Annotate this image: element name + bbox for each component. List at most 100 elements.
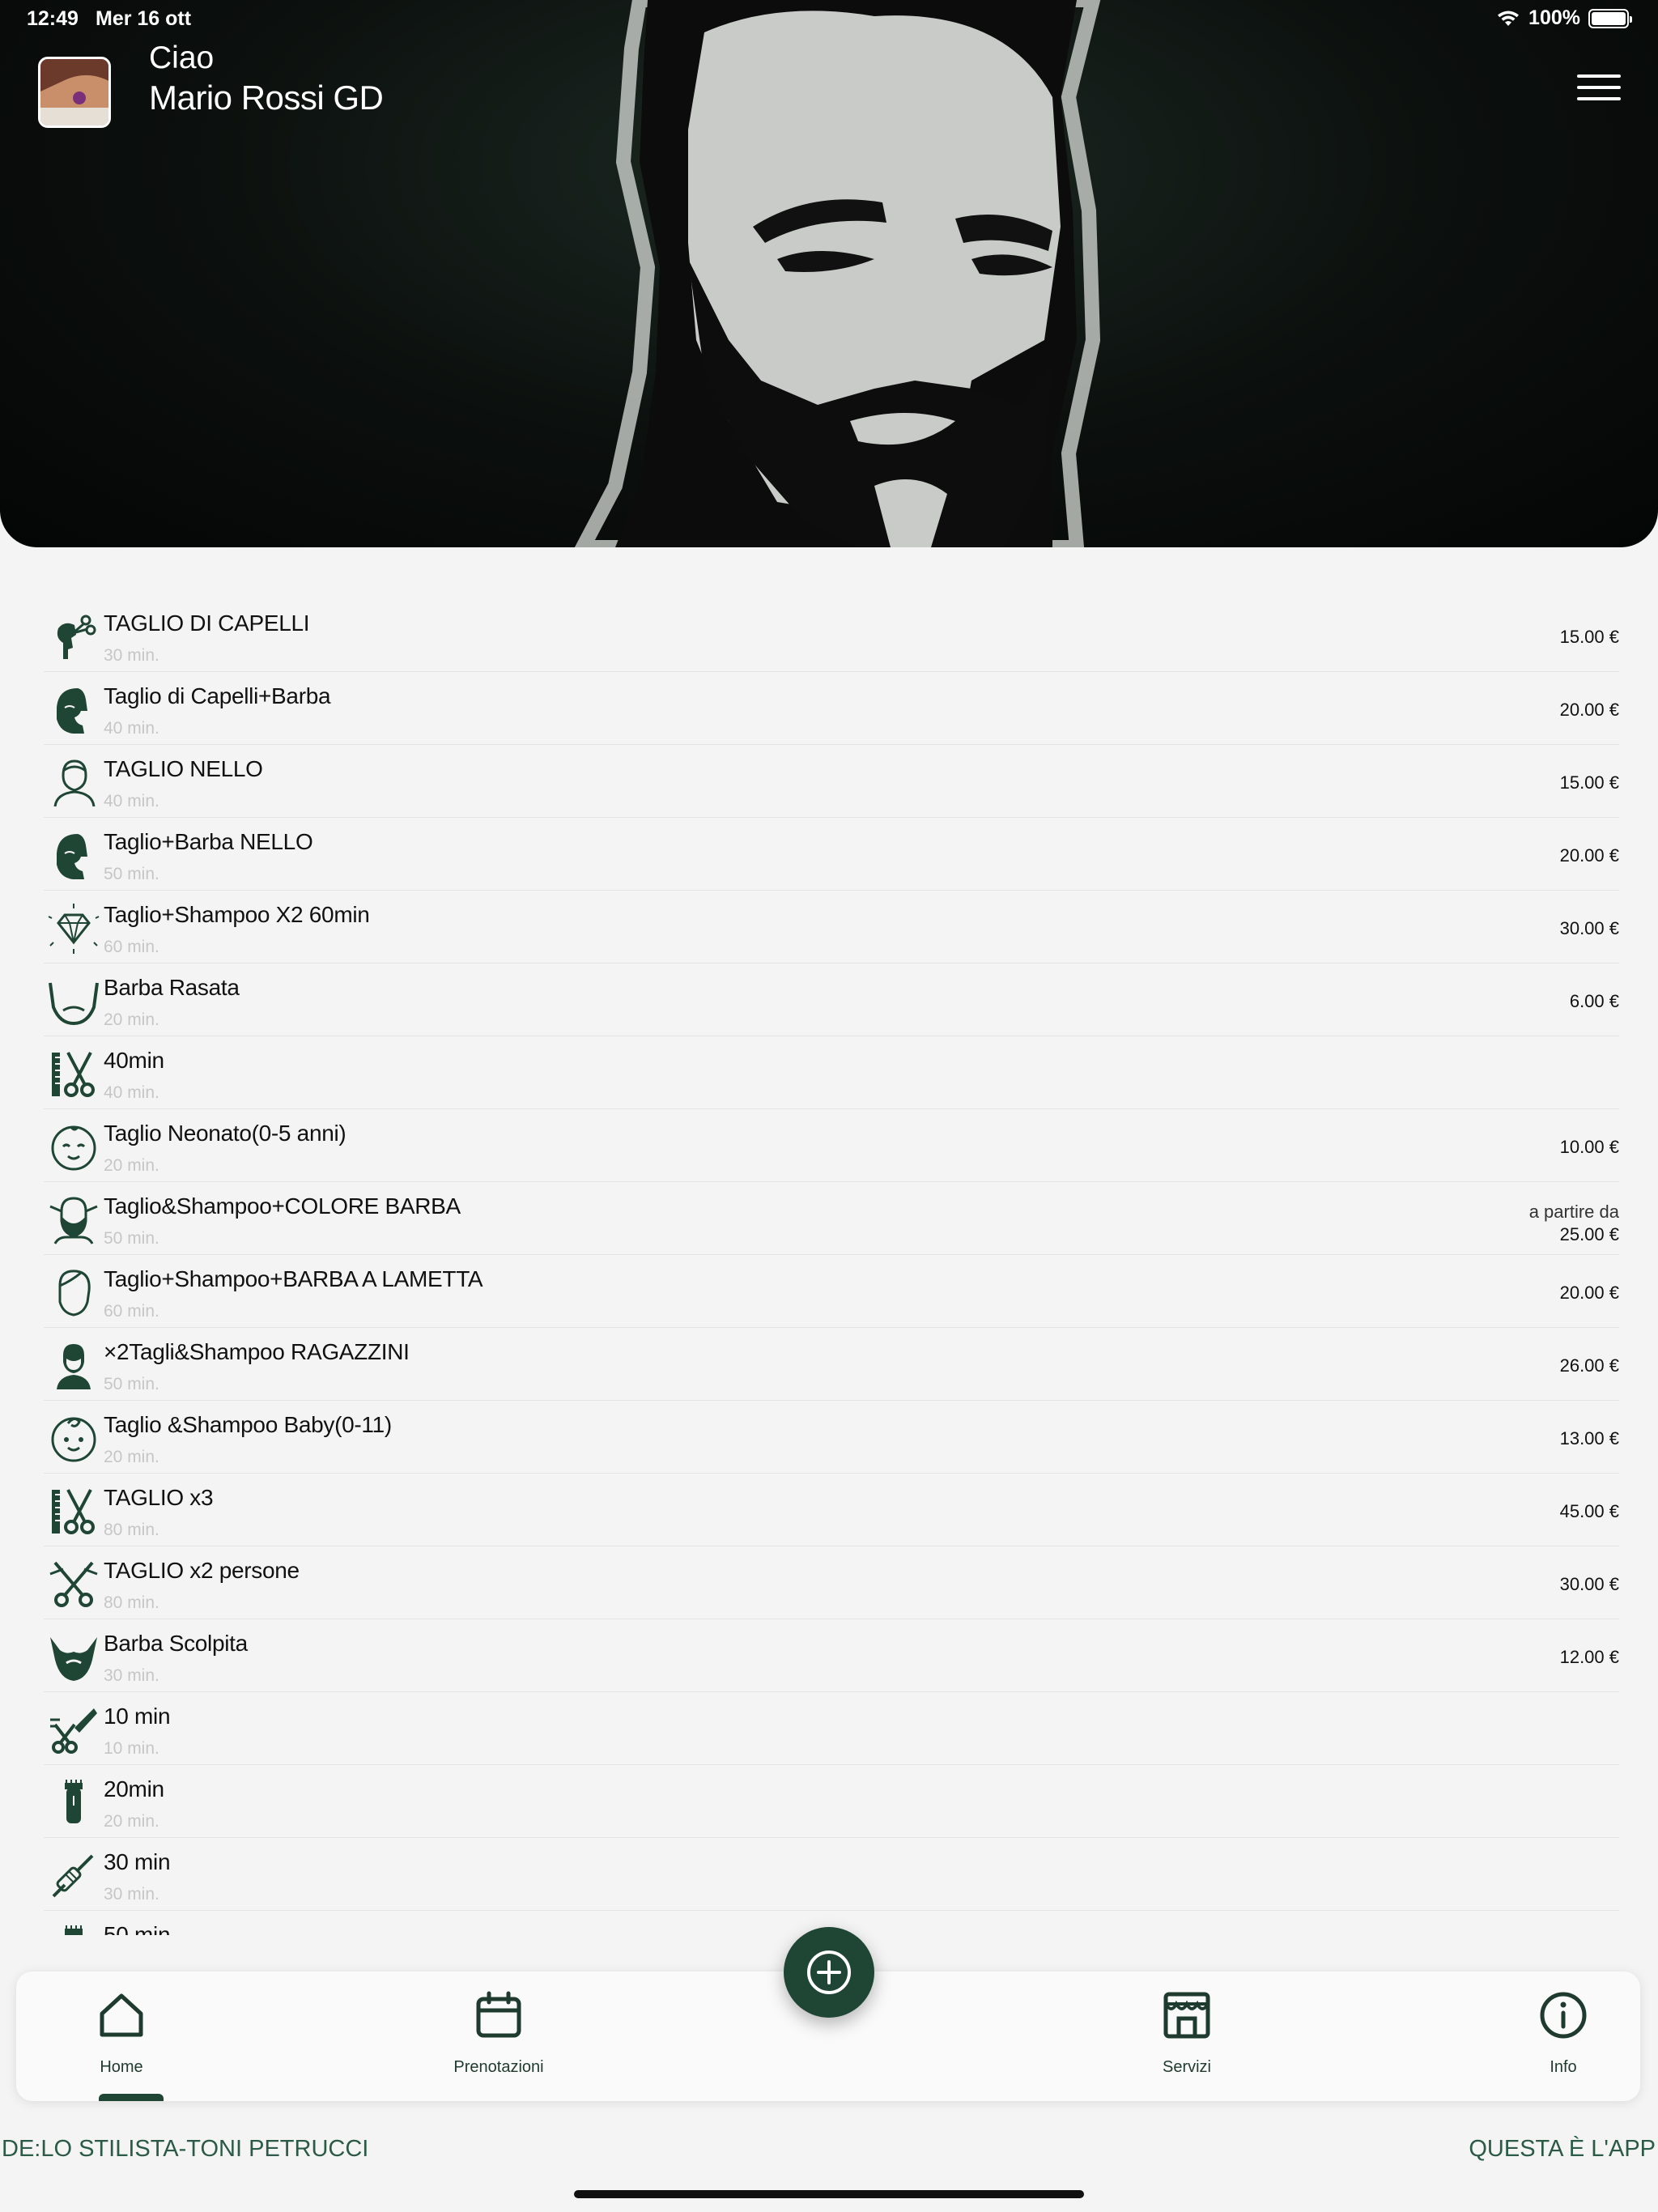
- service-duration: 40 min.: [104, 792, 159, 810]
- service-name: TAGLIO DI CAPELLI: [104, 610, 310, 636]
- service-duration: 10 min.: [104, 1739, 159, 1758]
- baby-curl-icon: [47, 1412, 100, 1465]
- service-row[interactable]: TAGLIO x3 80 min. 45.00 €: [44, 1474, 1619, 1546]
- service-row[interactable]: Taglio di Capelli+Barba 40 min. 20.00 €: [44, 672, 1619, 745]
- user-avatar[interactable]: [38, 57, 111, 128]
- tab-bookings-label: Prenotazioni: [453, 2058, 544, 2076]
- tab-info[interactable]: Info: [1482, 1972, 1644, 2101]
- service-row[interactable]: TAGLIO x2 persone 80 min. 30.00 €: [44, 1546, 1619, 1619]
- beard-outline-icon-svg: [49, 982, 99, 1026]
- service-duration: 30 min.: [104, 1666, 159, 1685]
- service-duration: 30 min.: [104, 646, 159, 665]
- service-duration: 80 min.: [104, 1593, 159, 1612]
- service-duration: 40 min.: [104, 1083, 159, 1102]
- service-name: 10 min: [104, 1704, 171, 1729]
- service-row[interactable]: Barba Scolpita 30 min. 12.00 €: [44, 1619, 1619, 1692]
- service-name: Taglio+Shampoo+BARBA A LAMETTA: [104, 1266, 483, 1291]
- service-row[interactable]: 10 min 10 min.: [44, 1692, 1619, 1765]
- status-time: 12:49: [27, 7, 79, 30]
- services-list: TAGLIO DI CAPELLI 30 min. 15.00 € Taglio…: [44, 599, 1619, 1935]
- battery-percent: 100%: [1528, 6, 1580, 29]
- service-row[interactable]: Taglio Neonato(0-5 anni) 20 min. 10.00 €: [44, 1109, 1619, 1182]
- bearded-head-icon: [47, 829, 100, 883]
- service-price: 10.00 €: [1559, 1137, 1619, 1157]
- tab-bookings[interactable]: Prenotazioni: [418, 1972, 580, 2101]
- service-duration: 50 min.: [104, 1375, 159, 1393]
- hamburger-icon-line: [1577, 97, 1621, 100]
- baby-curl-icon-svg: [51, 1417, 96, 1462]
- status-right: 100%: [1496, 6, 1632, 30]
- footer-marquee: QUESTA È L'APP: [1469, 2136, 1656, 2162]
- service-price: 45.00 €: [1559, 1501, 1619, 1521]
- tab-services[interactable]: Servizi: [1106, 1972, 1268, 2101]
- hamburger-icon-line: [1577, 86, 1621, 89]
- service-duration: 20 min.: [104, 1448, 159, 1466]
- service-name: TAGLIO x2 persone: [104, 1558, 300, 1583]
- menu-button[interactable]: [1577, 74, 1621, 110]
- service-duration: 30 min.: [104, 1885, 159, 1904]
- battery-icon: [1588, 8, 1632, 28]
- hero-banner: 12:49 Mer 16 ott 100% Ciao Mario Rossi G…: [0, 0, 1658, 547]
- face-outline-icon: [47, 1266, 100, 1320]
- service-duration: 80 min.: [104, 1521, 159, 1539]
- man-outline-icon: [47, 756, 100, 810]
- service-name: 30 min: [104, 1849, 171, 1874]
- service-name: Taglio &Shampoo Baby(0-11): [104, 1412, 392, 1437]
- barber-man-icon: [47, 1193, 100, 1247]
- service-name: Taglio di Capelli+Barba: [104, 683, 331, 708]
- haircut-icon: [47, 610, 100, 664]
- service-row[interactable]: Barba Rasata 20 min. 6.00 €: [44, 963, 1619, 1036]
- service-row[interactable]: TAGLIO NELLO 40 min. 15.00 €: [44, 745, 1619, 818]
- service-name: Barba Scolpita: [104, 1631, 248, 1656]
- service-name: ×2Tagli&Shampoo RAGAZZINI: [104, 1339, 410, 1364]
- diamond-icon: [47, 902, 100, 955]
- greeting-text: Ciao: [149, 40, 215, 75]
- barber-man-icon-svg: [49, 1197, 98, 1244]
- service-duration: 40 min.: [104, 719, 159, 738]
- scissors-razor-icon-svg: [50, 1708, 97, 1754]
- scissors-comb-icon-svg: [52, 1489, 95, 1534]
- home-indicator: [574, 2190, 1084, 2198]
- service-row[interactable]: ×2Tagli&Shampoo RAGAZZINI 50 min. 26.00 …: [44, 1328, 1619, 1401]
- tattoo-machine-icon: [47, 1849, 100, 1903]
- scissors-comb-icon-svg: [52, 1052, 95, 1097]
- service-price: 20.00 €: [1559, 700, 1619, 720]
- tab-services-label: Servizi: [1162, 2058, 1211, 2076]
- service-row[interactable]: Taglio &Shampoo Baby(0-11) 20 min. 13.00…: [44, 1401, 1619, 1474]
- clipper-icon: [47, 1922, 100, 1935]
- info-icon: [1540, 1992, 1587, 2039]
- service-name: TAGLIO NELLO: [104, 756, 263, 781]
- status-bar: 12:49 Mer 16 ott 100%: [0, 0, 1658, 39]
- service-row[interactable]: 30 min 30 min.: [44, 1838, 1619, 1911]
- beard-filled-icon: [47, 1631, 100, 1684]
- add-booking-button[interactable]: [784, 1927, 874, 2018]
- service-name: Barba Rasata: [104, 975, 240, 1000]
- footer-credit: DE:LO STILISTA-TONI PETRUCCI: [2, 2136, 369, 2162]
- haircut-icon-svg: [57, 615, 96, 659]
- shop-icon: [1163, 1992, 1210, 2039]
- service-duration: 20 min.: [104, 1156, 159, 1175]
- service-row[interactable]: TAGLIO DI CAPELLI 30 min. 15.00 €: [44, 599, 1619, 672]
- baby-face-icon: [47, 1121, 100, 1174]
- service-row[interactable]: Taglio+Barba NELLO 50 min. 20.00 €: [44, 818, 1619, 891]
- home-icon: [100, 1993, 143, 2037]
- active-tab-indicator: [99, 2094, 164, 2101]
- service-row[interactable]: 20min 20 min.: [44, 1765, 1619, 1838]
- plus-circle-icon: [807, 1950, 851, 1994]
- service-name: TAGLIO x3: [104, 1485, 214, 1510]
- service-name: Taglio+Barba NELLO: [104, 829, 313, 854]
- tab-home[interactable]: Home: [40, 1972, 202, 2101]
- face-outline-icon-svg: [58, 1270, 91, 1317]
- scissors-comb-icon: [47, 1048, 100, 1101]
- service-row[interactable]: Taglio&Shampoo+COLORE BARBA 50 min. a pa…: [44, 1182, 1619, 1255]
- service-name: Taglio+Shampoo X2 60min: [104, 902, 370, 927]
- service-row[interactable]: Taglio+Shampoo X2 60min 60 min. 30.00 €: [44, 891, 1619, 963]
- boy-icon-svg: [57, 1344, 91, 1389]
- man-outline-icon-svg: [53, 759, 96, 807]
- service-row[interactable]: Taglio+Shampoo+BARBA A LAMETTA 60 min. 2…: [44, 1255, 1619, 1328]
- service-name: 50 min: [104, 1922, 171, 1935]
- service-row[interactable]: 40min 40 min.: [44, 1036, 1619, 1109]
- clipper-icon-svg: [65, 1780, 83, 1823]
- service-price: 26.00 €: [1559, 1355, 1619, 1376]
- avatar-image: [40, 59, 108, 125]
